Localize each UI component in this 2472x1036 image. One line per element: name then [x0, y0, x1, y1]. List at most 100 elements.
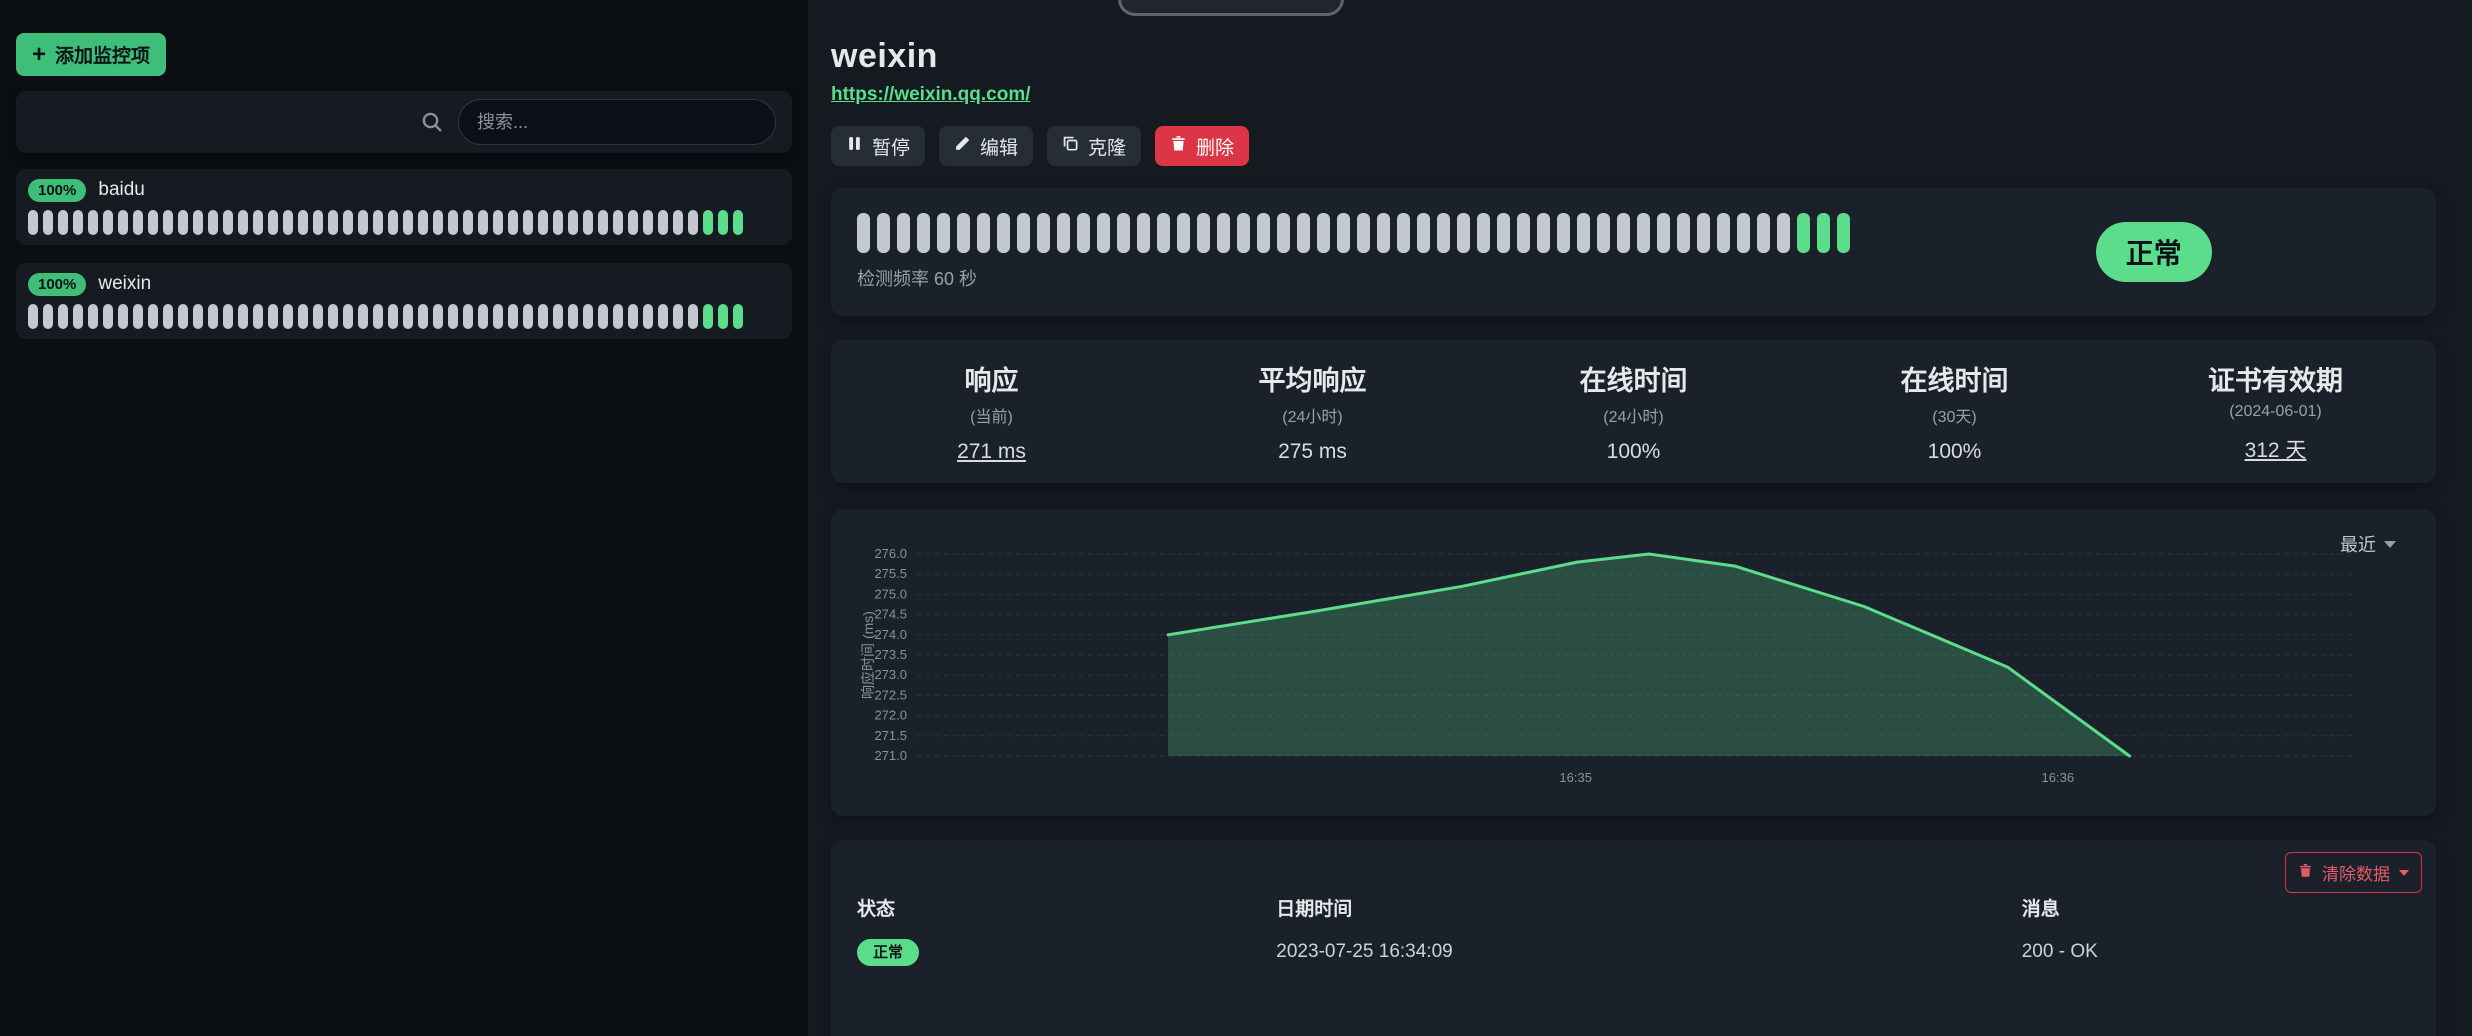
beat: [88, 210, 98, 235]
beat: [1057, 213, 1070, 253]
beat: [523, 210, 533, 235]
stat-column-3: 在线时间(30天)100%: [1794, 359, 2115, 464]
monitor-detail: weixin https://weixin.qq.com/ 暂停 编辑 克隆 删…: [808, 0, 2472, 1036]
beat: [937, 213, 950, 253]
stat-value: 312 天: [2115, 434, 2436, 464]
beat: [493, 210, 503, 235]
beat: [148, 304, 158, 329]
beat: [1517, 213, 1530, 253]
stat-value: 100%: [1473, 440, 1794, 464]
edit-button[interactable]: 编辑: [939, 126, 1033, 166]
beat: [433, 210, 443, 235]
heartbeat-panel: 检测频率 60 秒 正常: [831, 188, 2436, 316]
beat: [553, 304, 563, 329]
monitor-heartbeat-bar: [28, 304, 780, 329]
beat: [1537, 213, 1550, 253]
clear-data-button[interactable]: 清除数据: [2285, 852, 2422, 893]
response-time-chart: 276.0275.5275.0274.5274.0273.5273.0272.5…: [857, 527, 2410, 817]
beat: [1317, 213, 1330, 253]
beat: [388, 210, 398, 235]
beat: [403, 210, 413, 235]
stat-subtitle: (30天): [1794, 403, 2115, 427]
stat-value: 275 ms: [1152, 440, 1473, 464]
beat: [253, 304, 263, 329]
beat: [1157, 213, 1170, 253]
svg-text:响应时间 (ms): 响应时间 (ms): [860, 611, 876, 699]
beat: [508, 210, 518, 235]
pause-button[interactable]: 暂停: [831, 126, 925, 166]
beat: [688, 210, 698, 235]
beat: [58, 304, 68, 329]
beat: [238, 210, 248, 235]
beat: [917, 213, 930, 253]
beat: [463, 210, 473, 235]
beat: [133, 210, 143, 235]
beat: [1497, 213, 1510, 253]
heartbeat-right: 正常: [1898, 222, 2410, 282]
beat: [178, 210, 188, 235]
stat-column-4: 证书有效期(2024-06-01)312 天: [2115, 359, 2436, 464]
beat: [583, 304, 593, 329]
beat: [343, 304, 353, 329]
events-panel: 清除数据 状态日期时间消息 正常2023-07-25 16:34:09200 -…: [831, 840, 2436, 1036]
beat: [238, 304, 248, 329]
beat: [478, 210, 488, 235]
beat: [1697, 213, 1710, 253]
beat: [1417, 213, 1430, 253]
beat: [1757, 213, 1770, 253]
sidebar: + 添加监控项 100%baidu 100%weixin: [0, 0, 808, 1036]
beat: [448, 304, 458, 329]
chevron-down-icon: [2399, 870, 2409, 876]
beat: [298, 210, 308, 235]
sidebar-monitor-item-baidu[interactable]: 100%baidu: [16, 169, 792, 245]
beat: [568, 210, 578, 235]
clone-button[interactable]: 克隆: [1047, 126, 1141, 166]
svg-text:272.0: 272.0: [874, 708, 907, 723]
beat: [538, 304, 548, 329]
beat: [1397, 213, 1410, 253]
beat: [1217, 213, 1230, 253]
beat: [1357, 213, 1370, 253]
monitor-actions: 暂停 编辑 克隆 删除: [831, 126, 2436, 166]
monitor-name: baidu: [98, 179, 145, 201]
delete-button[interactable]: 删除: [1155, 126, 1249, 166]
beat: [373, 304, 383, 329]
beat: [877, 213, 890, 253]
events-header: 日期时间: [1276, 894, 2021, 921]
beat: [857, 213, 870, 253]
beat: [628, 210, 638, 235]
events-header-row: 状态日期时间消息: [857, 894, 2410, 921]
check-frequency-label: 检测频率 60 秒: [857, 265, 1898, 291]
beat: [103, 210, 113, 235]
monitor-url-link[interactable]: https://weixin.qq.com/: [831, 84, 1031, 106]
beat: [1597, 213, 1610, 253]
beat: [553, 210, 563, 235]
beat: [208, 304, 218, 329]
heartbeat-bar: [857, 213, 1898, 253]
beat: [598, 210, 608, 235]
beat: [957, 213, 970, 253]
svg-text:273.5: 273.5: [874, 647, 907, 662]
beat: [613, 210, 623, 235]
beat: [223, 304, 233, 329]
page-title: weixin: [831, 36, 2436, 76]
beat: [703, 304, 713, 329]
beat: [1457, 213, 1470, 253]
beat: [418, 304, 428, 329]
beat: [1817, 213, 1830, 253]
beat: [358, 210, 368, 235]
beat: [688, 304, 698, 329]
search-input[interactable]: [458, 99, 776, 145]
beat: [373, 210, 383, 235]
beat: [163, 210, 173, 235]
beat: [313, 304, 323, 329]
beat: [1617, 213, 1630, 253]
stat-subtitle: (当前): [831, 403, 1152, 427]
sidebar-monitor-item-weixin[interactable]: 100%weixin: [16, 263, 792, 339]
beat: [298, 304, 308, 329]
beat: [1797, 213, 1810, 253]
add-monitor-label: 添加监控项: [55, 41, 150, 68]
beat: [658, 304, 668, 329]
stat-column-1: 平均响应(24小时)275 ms: [1152, 359, 1473, 464]
add-monitor-button[interactable]: + 添加监控项: [16, 33, 166, 76]
